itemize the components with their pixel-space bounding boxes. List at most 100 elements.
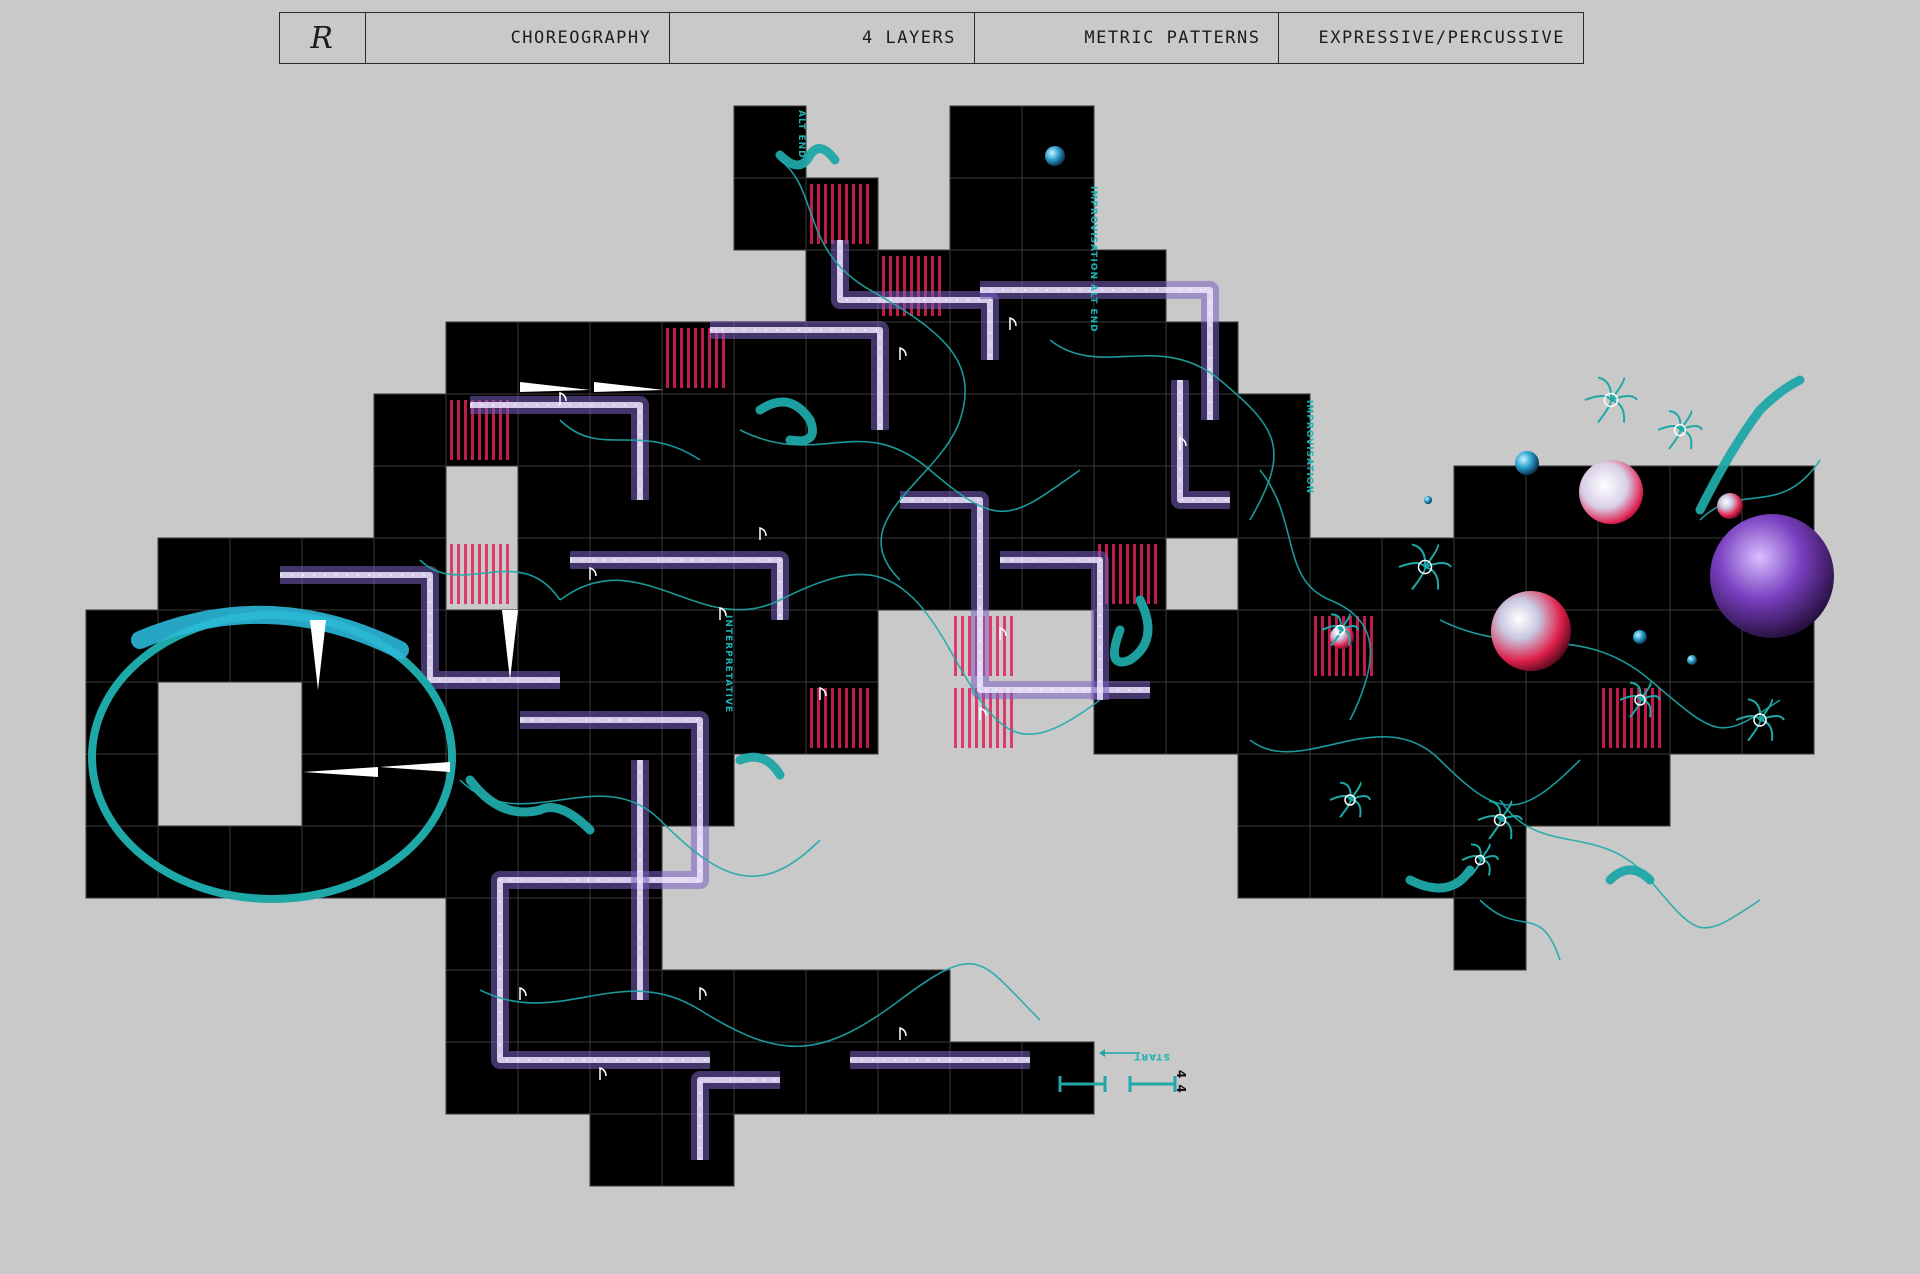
tile bbox=[733, 537, 807, 611]
tile bbox=[733, 681, 807, 755]
accent-bar bbox=[852, 688, 855, 748]
accent-bar bbox=[1140, 544, 1143, 604]
accent-bar bbox=[687, 328, 690, 388]
accent-bar bbox=[954, 616, 957, 676]
tile bbox=[1237, 465, 1311, 539]
tile bbox=[661, 393, 735, 467]
tile bbox=[1309, 753, 1383, 827]
accent-bar bbox=[492, 544, 495, 604]
accent-bar bbox=[1609, 688, 1612, 748]
tile bbox=[301, 681, 375, 755]
flow-blob bbox=[735, 752, 785, 780]
tile bbox=[157, 537, 231, 611]
tile bbox=[517, 969, 591, 1043]
tile bbox=[589, 609, 663, 683]
tile bbox=[373, 393, 447, 467]
tile bbox=[733, 177, 807, 251]
accent-bar bbox=[838, 184, 841, 244]
sphere bbox=[1717, 493, 1743, 519]
glyph-cluster bbox=[1584, 376, 1638, 424]
glyph-stroke bbox=[1610, 395, 1638, 401]
tile bbox=[589, 753, 663, 827]
glyph-stroke bbox=[1679, 429, 1693, 450]
tile bbox=[445, 321, 519, 395]
tile bbox=[1597, 753, 1671, 827]
tile bbox=[805, 969, 879, 1043]
tile bbox=[1525, 681, 1599, 755]
tile bbox=[733, 465, 807, 539]
tile bbox=[1237, 825, 1311, 899]
tile bbox=[661, 969, 735, 1043]
tile bbox=[1021, 537, 1095, 611]
accent-bar bbox=[1112, 544, 1115, 604]
accent-bar bbox=[1314, 616, 1317, 676]
flow-blob bbox=[1605, 865, 1655, 885]
tile bbox=[589, 897, 663, 971]
tile bbox=[517, 465, 591, 539]
accent-bar bbox=[852, 184, 855, 244]
tile bbox=[229, 825, 303, 899]
tile bbox=[1453, 681, 1527, 755]
label-improvisation-right: IMPROVISATION bbox=[1304, 400, 1314, 494]
sphere bbox=[1710, 514, 1834, 638]
accent-bar bbox=[831, 688, 834, 748]
tile bbox=[1597, 609, 1671, 683]
glyph-cluster bbox=[1657, 409, 1703, 450]
tile bbox=[949, 393, 1023, 467]
tile bbox=[517, 897, 591, 971]
accent-bar bbox=[1010, 616, 1013, 676]
accent-bar bbox=[1147, 544, 1150, 604]
accent-bar bbox=[485, 544, 488, 604]
tile bbox=[1309, 537, 1383, 611]
accent-bar bbox=[866, 688, 869, 748]
glyph-stroke bbox=[1584, 395, 1612, 401]
accent-bar bbox=[450, 400, 453, 460]
tile bbox=[1453, 465, 1527, 539]
tile bbox=[733, 969, 807, 1043]
glyph-stroke bbox=[1610, 399, 1626, 423]
accent-bar bbox=[961, 688, 964, 748]
sphere bbox=[1424, 496, 1432, 504]
accent-bar bbox=[824, 184, 827, 244]
start-arrow-head bbox=[1099, 1049, 1105, 1057]
tile bbox=[733, 609, 807, 683]
accent-bar bbox=[968, 616, 971, 676]
tile bbox=[1237, 681, 1311, 755]
sphere bbox=[1491, 591, 1571, 671]
tile bbox=[949, 177, 1023, 251]
accent-bar bbox=[1154, 544, 1157, 604]
tile bbox=[805, 609, 879, 683]
accent-bar bbox=[694, 328, 697, 388]
tile bbox=[1021, 1041, 1095, 1115]
accent-bar bbox=[1119, 544, 1122, 604]
accent-bar bbox=[499, 544, 502, 604]
tile bbox=[1669, 681, 1743, 755]
glyph-stroke bbox=[1597, 399, 1613, 424]
accent-bar bbox=[859, 184, 862, 244]
accent-bar bbox=[1356, 616, 1359, 676]
accent-bar bbox=[838, 688, 841, 748]
tile bbox=[1381, 753, 1455, 827]
tile bbox=[589, 537, 663, 611]
tile bbox=[1021, 321, 1095, 395]
accent-bar bbox=[866, 184, 869, 244]
tile bbox=[1021, 105, 1095, 179]
tile bbox=[1597, 537, 1671, 611]
accent-bar bbox=[506, 544, 509, 604]
sphere bbox=[1579, 460, 1643, 524]
tile bbox=[1309, 825, 1383, 899]
accent-bar bbox=[1602, 688, 1605, 748]
accent-bar bbox=[859, 688, 862, 748]
label-time-signature: 4 4 bbox=[1174, 1070, 1188, 1094]
accent-bar bbox=[845, 184, 848, 244]
accent-bar bbox=[701, 328, 704, 388]
glyph-stroke bbox=[1657, 425, 1681, 431]
accent-bar bbox=[1133, 544, 1136, 604]
accent-bar bbox=[968, 688, 971, 748]
tile bbox=[445, 681, 519, 755]
tile bbox=[1093, 393, 1167, 467]
tile bbox=[1021, 177, 1095, 251]
accent-bar bbox=[831, 184, 834, 244]
tile bbox=[1237, 753, 1311, 827]
tile bbox=[1165, 681, 1239, 755]
